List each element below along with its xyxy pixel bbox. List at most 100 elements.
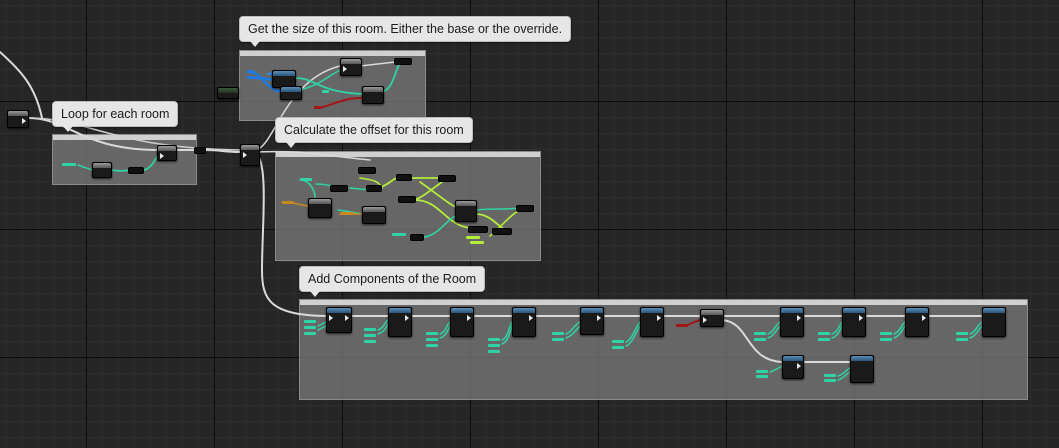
comment-bubble-get-size[interactable]: Get the size of this room. Either the ba… bbox=[239, 16, 572, 47]
add-component-node[interactable] bbox=[450, 307, 474, 337]
multiply-node[interactable] bbox=[330, 185, 348, 192]
comment-header[interactable] bbox=[240, 51, 425, 56]
set-node[interactable] bbox=[394, 58, 412, 65]
variable-pin[interactable] bbox=[552, 338, 564, 341]
exec-out-pin[interactable] bbox=[797, 363, 801, 369]
add-component-node[interactable] bbox=[640, 307, 664, 337]
variable-pin[interactable] bbox=[466, 236, 480, 239]
for-each-loop-node[interactable] bbox=[7, 110, 29, 128]
variable-pin[interactable] bbox=[880, 332, 892, 335]
blueprint-graph-canvas[interactable]: Get the size of this room. Either the ba… bbox=[0, 0, 1059, 448]
variable-pin[interactable] bbox=[392, 233, 406, 236]
add-component-node[interactable] bbox=[580, 307, 604, 335]
exec-out-pin[interactable] bbox=[22, 118, 26, 124]
variable-pin[interactable] bbox=[612, 346, 624, 349]
exec-out-pin[interactable] bbox=[345, 315, 349, 321]
multiply-node[interactable] bbox=[358, 167, 376, 174]
exec-out-pin[interactable] bbox=[529, 315, 533, 321]
struct-node[interactable] bbox=[280, 86, 302, 100]
math-node[interactable] bbox=[396, 174, 412, 181]
variable-pin[interactable] bbox=[756, 375, 768, 378]
variable-pin[interactable] bbox=[282, 201, 294, 204]
math-node[interactable] bbox=[438, 175, 456, 182]
variable-pin[interactable] bbox=[426, 332, 438, 335]
exec-in-pin[interactable] bbox=[343, 66, 347, 72]
variable-pin[interactable] bbox=[754, 338, 766, 341]
add-component-node[interactable] bbox=[850, 355, 874, 383]
variable-pin[interactable] bbox=[364, 328, 376, 331]
variable-pin[interactable] bbox=[426, 344, 438, 347]
break-vector-node[interactable] bbox=[308, 198, 332, 218]
math-node[interactable] bbox=[410, 234, 424, 241]
variable-pin[interactable] bbox=[676, 324, 688, 327]
variable-pin[interactable] bbox=[956, 338, 968, 341]
branch-node[interactable] bbox=[700, 309, 724, 327]
add-component-node[interactable] bbox=[512, 307, 536, 337]
loop-body-node[interactable] bbox=[157, 145, 177, 161]
comment-header[interactable] bbox=[276, 152, 540, 157]
exec-in-pin[interactable] bbox=[703, 317, 707, 323]
exec-out-pin[interactable] bbox=[405, 315, 409, 321]
variable-pin[interactable] bbox=[552, 332, 564, 335]
exec-out-pin[interactable] bbox=[597, 315, 601, 321]
variable-pin[interactable] bbox=[488, 338, 500, 341]
variable-pin[interactable] bbox=[314, 106, 321, 109]
exec-out-pin[interactable] bbox=[859, 315, 863, 321]
add-node[interactable] bbox=[366, 185, 382, 192]
variable-pin[interactable] bbox=[470, 241, 484, 244]
variable-pin[interactable] bbox=[756, 370, 768, 373]
variable-pin[interactable] bbox=[956, 332, 968, 335]
variable-pin[interactable] bbox=[62, 163, 76, 166]
transform-node[interactable] bbox=[455, 200, 477, 222]
comment-bubble-offset[interactable]: Calculate the offset for this room bbox=[275, 117, 473, 148]
variable-pin[interactable] bbox=[754, 332, 766, 335]
variable-pin[interactable] bbox=[364, 334, 376, 337]
reroute-node[interactable] bbox=[194, 147, 206, 154]
variable-pin[interactable] bbox=[426, 338, 438, 341]
exec-out-pin[interactable] bbox=[922, 315, 926, 321]
add-component-node[interactable] bbox=[388, 307, 412, 337]
math-node[interactable] bbox=[398, 196, 416, 203]
add-component-node[interactable] bbox=[905, 307, 929, 337]
variable-pin[interactable] bbox=[880, 338, 892, 341]
make-vector-node[interactable] bbox=[362, 206, 386, 224]
select-node[interactable] bbox=[362, 86, 384, 104]
comment-header[interactable] bbox=[53, 135, 196, 140]
variable-pin[interactable] bbox=[818, 338, 830, 341]
variable-pin[interactable] bbox=[488, 350, 500, 353]
exec-in-pin[interactable] bbox=[243, 152, 247, 158]
variable-pin[interactable] bbox=[612, 340, 624, 343]
add-component-node[interactable] bbox=[780, 307, 804, 337]
length-node[interactable] bbox=[128, 167, 144, 174]
variable-pin[interactable] bbox=[824, 374, 836, 377]
variable-pin[interactable] bbox=[300, 178, 312, 181]
comment-header[interactable] bbox=[300, 300, 1027, 305]
add-component-node[interactable] bbox=[782, 355, 804, 379]
math-node[interactable] bbox=[516, 205, 534, 212]
exec-in-pin[interactable] bbox=[329, 315, 333, 321]
variable-pin[interactable] bbox=[488, 344, 500, 347]
variable-pin[interactable] bbox=[818, 332, 830, 335]
exec-out-pin[interactable] bbox=[797, 315, 801, 321]
branch-node[interactable] bbox=[340, 58, 362, 76]
variable-pin[interactable] bbox=[304, 326, 316, 329]
add-component-node[interactable] bbox=[326, 307, 352, 333]
variable-pin[interactable] bbox=[247, 70, 254, 73]
math-node[interactable] bbox=[468, 226, 488, 233]
comment-bubble-add-components[interactable]: Add Components of the Room bbox=[299, 266, 486, 297]
comment-bubble-loop[interactable]: Loop for each room bbox=[52, 101, 179, 132]
add-component-node[interactable] bbox=[842, 307, 866, 337]
exec-out-pin[interactable] bbox=[467, 315, 471, 321]
variable-pin[interactable] bbox=[304, 320, 316, 323]
variable-pin[interactable] bbox=[247, 76, 254, 79]
variable-node[interactable] bbox=[217, 87, 239, 99]
exec-in-pin[interactable] bbox=[160, 153, 164, 159]
variable-pin[interactable] bbox=[322, 90, 329, 93]
exec-out-pin[interactable] bbox=[657, 315, 661, 321]
sequence-node[interactable] bbox=[240, 144, 260, 166]
get-array-node[interactable] bbox=[92, 162, 112, 178]
math-node[interactable] bbox=[492, 228, 512, 235]
variable-pin[interactable] bbox=[304, 332, 316, 335]
add-component-node[interactable] bbox=[982, 307, 1006, 337]
variable-pin[interactable] bbox=[824, 379, 836, 382]
